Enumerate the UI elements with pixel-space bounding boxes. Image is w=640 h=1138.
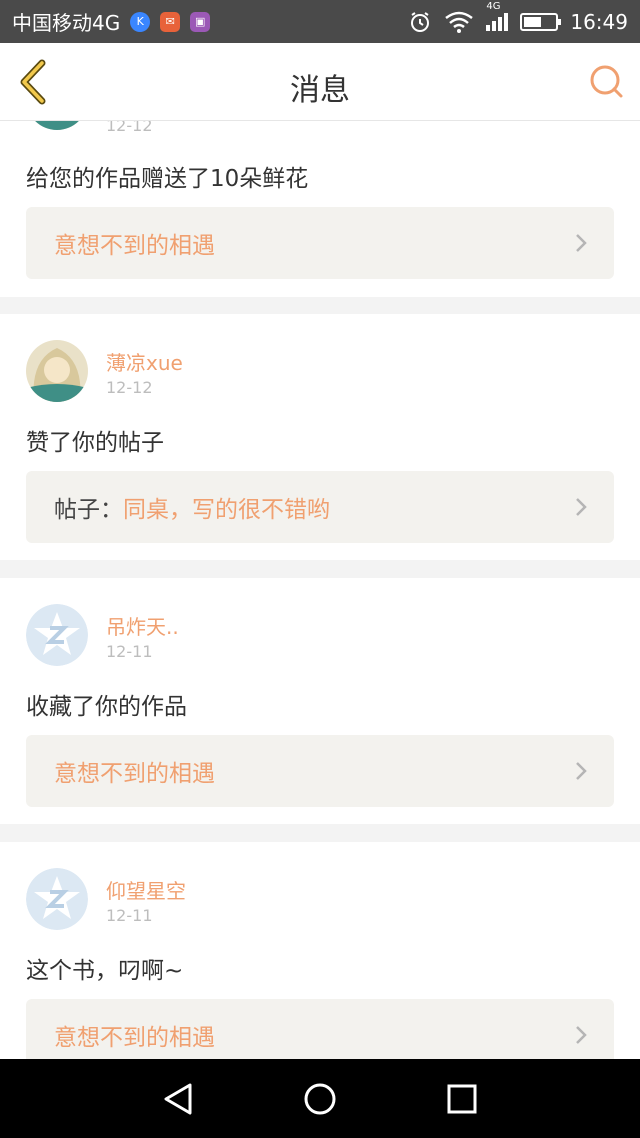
default-avatar-icon [26,604,88,666]
post-link[interactable]: 帖子： 同桌，写的很不错哟 [26,471,614,543]
message-date: 12-12 [106,378,153,397]
link-title: 同桌，写的很不错哟 [123,497,330,523]
battery-level [524,16,542,27]
message-text: 给您的作品赠送了10朵鲜花 [26,166,309,192]
username[interactable]: 薄凉xue [106,347,183,376]
system-nav-bar [0,1059,640,1138]
signal-icon: 4G [486,1,509,31]
message-card: 12-12 给您的作品赠送了10朵鲜花 意想不到的相遇 [0,121,640,297]
battery-icon [520,12,562,31]
alarm-icon [411,11,430,32]
top-bar: 消息 [0,43,640,121]
message-list[interactable]: 12-12 给您的作品赠送了10朵鲜花 意想不到的相遇 薄凉xue 12-12 … [0,121,640,1059]
home-circle-icon[interactable] [300,1079,340,1119]
message-card: 吊炸天.. 12-11 收藏了你的作品 意想不到的相遇 [0,578,640,824]
chevron-right-icon [576,1026,587,1044]
user-avatar[interactable] [26,868,88,930]
message-card: 薄凉xue 12-12 赞了你的帖子 帖子： 同桌，写的很不错哟 [0,314,640,560]
mail-notification-icon: ✉ [160,11,181,32]
app-notification-icon: K [130,11,151,32]
carrier-label: 中国移动4G [12,11,121,35]
link-prefix: 帖子： [54,497,123,523]
work-link[interactable]: 意想不到的相遇 [26,735,614,807]
message-date: 12-11 [106,906,153,925]
default-avatar-icon [26,868,88,930]
link-title: 意想不到的相遇 [54,233,215,259]
link-title: 意想不到的相遇 [54,761,215,787]
network-type: 4G [486,0,501,12]
anime-avatar-icon [26,340,88,402]
work-link[interactable]: 意想不到的相遇 [26,207,614,279]
message-date: 12-11 [106,642,153,661]
gallery-notification-icon: ▣ [190,11,211,32]
link-title: 意想不到的相遇 [54,1025,215,1051]
page-title: 消息 [290,73,350,108]
clock: 16:49 [570,9,628,34]
back-triangle-icon[interactable] [158,1079,198,1119]
user-avatar[interactable] [26,121,88,130]
message-text: 这个书，叼啊~ [26,958,184,984]
status-bar: 中国移动4G K ✉ ▣ 4G 16:49 [0,0,640,43]
wifi-icon [445,11,474,33]
message-text: 赞了你的帖子 [26,430,164,456]
username[interactable]: 仰望星空 [106,875,186,904]
search-icon[interactable] [588,63,624,99]
anime-avatar-icon [26,121,88,130]
chevron-right-icon [576,234,587,252]
message-card: 仰望星空 12-11 这个书，叼啊~ 意想不到的相遇 [0,842,640,1059]
chevron-right-icon [576,762,587,780]
user-avatar[interactable] [26,340,88,402]
work-link[interactable]: 意想不到的相遇 [26,999,614,1059]
message-text: 收藏了你的作品 [26,694,187,720]
user-avatar[interactable] [26,604,88,666]
recent-apps-square-icon[interactable] [442,1079,482,1119]
message-date: 12-12 [106,121,153,135]
username[interactable]: 吊炸天.. [106,611,179,640]
chevron-right-icon [576,498,587,516]
